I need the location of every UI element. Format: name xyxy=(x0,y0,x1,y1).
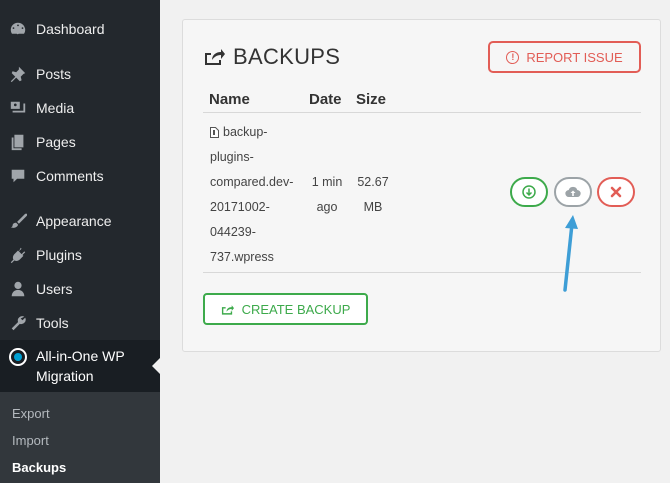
sidebar-item-label: Appearance xyxy=(36,213,112,229)
sidebar-item-label: Dashboard xyxy=(36,21,105,37)
table-header-divider xyxy=(203,112,641,113)
pin-icon xyxy=(0,65,36,83)
restore-backup-button[interactable] xyxy=(554,177,592,207)
column-header-date: Date xyxy=(309,91,342,108)
sidebar-item-plugins[interactable]: Plugins xyxy=(0,238,160,272)
backup-filename: backup- plugins- compared.dev- 20171002-… xyxy=(210,120,308,270)
submenu-item-backups[interactable]: Backups xyxy=(12,460,66,475)
sidebar-item-label: Posts xyxy=(36,66,72,82)
filename-line: backup- xyxy=(223,125,268,139)
sidebar-item-label: Migration xyxy=(36,368,94,384)
date-line: ago xyxy=(316,200,338,214)
sidebar-item-label: All-in-One WP xyxy=(36,348,125,364)
filename-line: plugins- xyxy=(210,150,254,164)
page-title: BACKUPS xyxy=(203,44,340,70)
sidebar-item-label: Media xyxy=(36,100,75,116)
date-line: 1 min xyxy=(311,175,343,189)
download-icon xyxy=(522,185,536,199)
wrench-icon xyxy=(0,314,36,332)
filename-line: 044239- xyxy=(210,225,256,239)
pages-icon xyxy=(0,133,36,151)
filename-line: compared.dev- xyxy=(210,175,294,189)
sidebar-item-media[interactable]: Media xyxy=(0,91,160,125)
sidebar-item-appearance[interactable]: Appearance xyxy=(0,204,160,238)
sidebar-item-tools[interactable]: Tools xyxy=(0,306,160,340)
size-line: 52.67 xyxy=(357,175,389,189)
sidebar-item-migration[interactable]: All-in-One WP Migration xyxy=(0,340,160,392)
migration-icon xyxy=(0,340,36,367)
annotation-arrow-icon xyxy=(563,215,578,292)
backups-panel: BACKUPS ! REPORT ISSUE Name Date Size ba… xyxy=(182,19,661,352)
sidebar-item-dashboard[interactable]: Dashboard xyxy=(0,12,160,46)
filename-line: 737.wpress xyxy=(210,250,274,264)
comment-icon xyxy=(0,167,36,185)
backup-size: 52.67 MB xyxy=(355,170,391,220)
media-icon xyxy=(0,99,36,117)
submenu-item-import[interactable]: Import xyxy=(12,433,49,448)
export-icon xyxy=(205,49,225,65)
dashboard-icon xyxy=(0,20,36,38)
create-backup-label: CREATE BACKUP xyxy=(241,301,351,317)
brush-icon xyxy=(0,212,36,230)
sidebar-item-label: Plugins xyxy=(36,247,82,263)
alert-icon: ! xyxy=(506,50,520,64)
file-icon xyxy=(210,127,219,138)
column-header-name: Name xyxy=(209,91,250,108)
sidebar-item-label: Comments xyxy=(36,168,104,184)
sidebar-item-comments[interactable]: Comments xyxy=(0,159,160,193)
page-title-text: BACKUPS xyxy=(233,44,341,69)
size-line: MB xyxy=(363,200,383,214)
report-issue-label: REPORT ISSUE xyxy=(526,49,623,65)
export-icon xyxy=(221,305,234,315)
sidebar-item-label: Tools xyxy=(36,315,69,331)
delete-backup-button[interactable] xyxy=(597,177,635,207)
report-issue-button[interactable]: ! REPORT ISSUE xyxy=(488,41,641,73)
user-icon xyxy=(0,280,36,298)
plugin-icon xyxy=(0,246,36,264)
current-menu-arrow xyxy=(152,358,160,374)
download-backup-button[interactable] xyxy=(510,177,548,207)
filename-line: 20171002- xyxy=(210,200,270,214)
sidebar-item-label: Users xyxy=(36,281,73,297)
admin-sidebar: Dashboard Posts Media Pages Comments App… xyxy=(0,0,160,483)
sidebar-item-users[interactable]: Users xyxy=(0,272,160,306)
migration-submenu: Export Import Backups xyxy=(0,392,160,483)
cloud-upload-icon xyxy=(565,186,581,198)
sidebar-item-posts[interactable]: Posts xyxy=(0,57,160,91)
sidebar-item-label: Pages xyxy=(36,134,76,150)
create-backup-button[interactable]: CREATE BACKUP xyxy=(203,293,368,325)
close-icon xyxy=(610,186,622,198)
backup-date: 1 min ago xyxy=(307,170,347,220)
submenu-item-export[interactable]: Export xyxy=(12,406,50,421)
column-header-size: Size xyxy=(356,91,387,108)
sidebar-item-pages[interactable]: Pages xyxy=(0,125,160,159)
